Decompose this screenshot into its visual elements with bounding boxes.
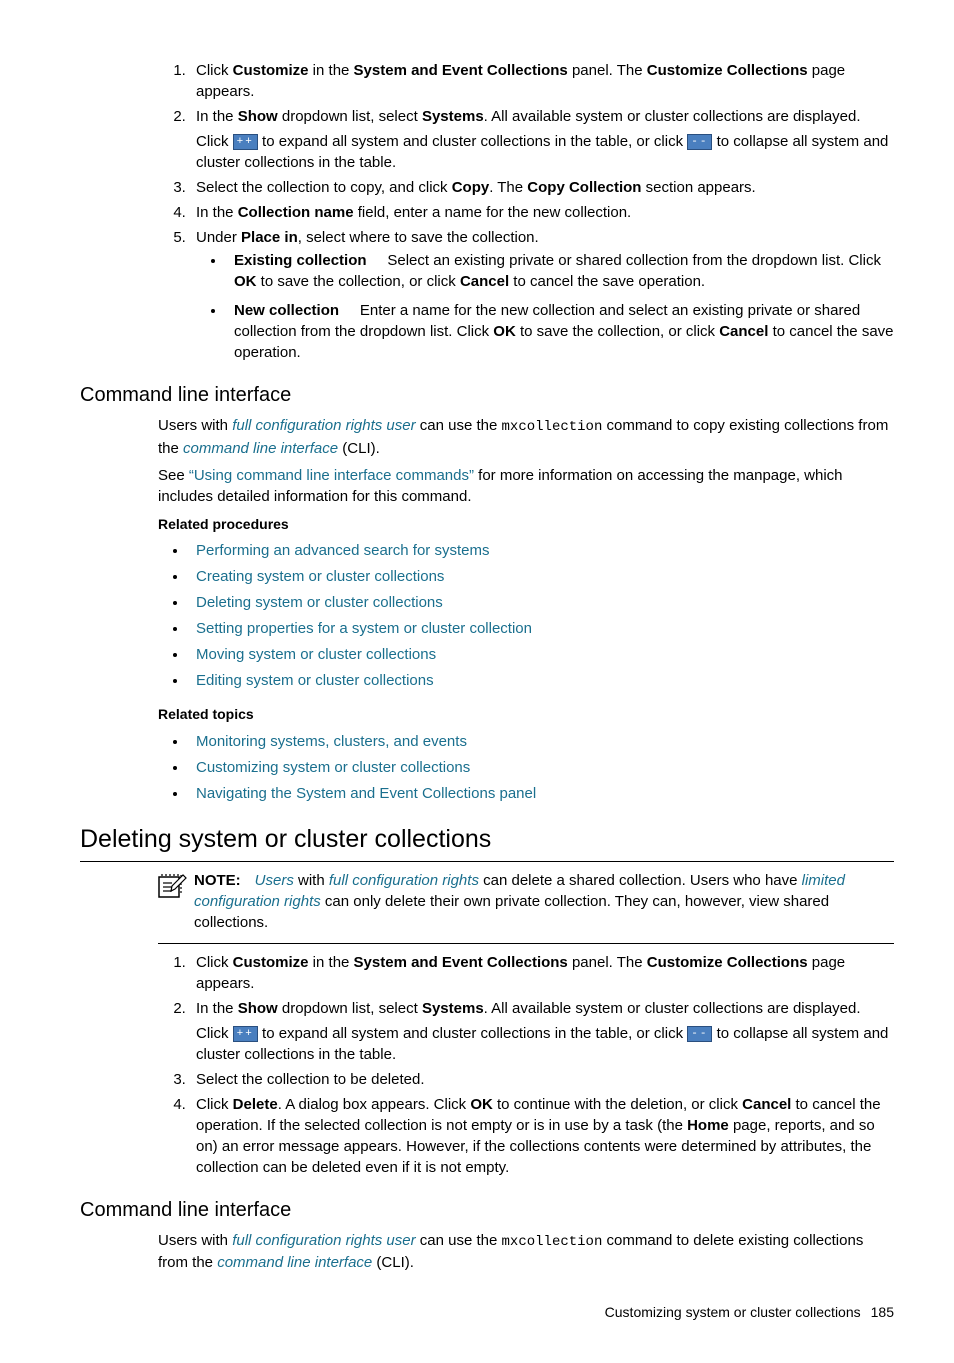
- link-rp2[interactable]: Creating system or cluster collections: [196, 568, 444, 585]
- list-item: Monitoring systems, clusters, and events: [188, 731, 894, 752]
- collapse-icon[interactable]: --: [687, 134, 712, 150]
- note-text: NOTE:Users with full configuration right…: [194, 870, 894, 933]
- step-5: Under Place in, select where to save the…: [190, 227, 894, 363]
- link-using-cli-commands[interactable]: “Using command line interface commands”: [189, 467, 474, 484]
- cli-heading-2: Command line interface: [80, 1196, 894, 1224]
- section-rule: [80, 861, 894, 862]
- dstep-3: Select the collection to be deleted.: [190, 1069, 894, 1090]
- expand-icon[interactable]: ++: [233, 134, 258, 150]
- note-icon: [158, 870, 194, 933]
- page-footer: Customizing system or cluster collection…: [80, 1303, 894, 1323]
- dstep-4: Click Delete. A dialog box appears. Clic…: [190, 1094, 894, 1178]
- note-rule: [158, 943, 894, 944]
- cli-heading-1: Command line interface: [80, 381, 894, 409]
- link-rp4[interactable]: Setting properties for a system or clust…: [196, 620, 532, 637]
- steps-section: Click Customize in the System and Event …: [158, 60, 894, 363]
- cli-para-1: Users with full configuration rights use…: [158, 415, 894, 459]
- step-1: Click Customize in the System and Event …: [190, 60, 894, 102]
- dstep-2-sub: Click ++ to expand all system and cluste…: [196, 1023, 894, 1065]
- link-users[interactable]: Users: [255, 872, 294, 889]
- link-rp1[interactable]: Performing an advanced search for system…: [196, 542, 489, 559]
- collapse-icon[interactable]: --: [687, 1026, 712, 1042]
- list-item: Deleting system or cluster collections: [188, 592, 894, 613]
- list-item: Setting properties for a system or clust…: [188, 618, 894, 639]
- link-rt1[interactable]: Monitoring systems, clusters, and events: [196, 733, 467, 750]
- link-full-config-rights-user-2[interactable]: full configuration rights user: [232, 1232, 415, 1249]
- link-full-config-rights[interactable]: full configuration rights: [329, 872, 479, 889]
- link-cli-2[interactable]: command line interface: [217, 1254, 372, 1271]
- link-full-config-rights-user[interactable]: full configuration rights user: [232, 417, 415, 434]
- list-item: Creating system or cluster collections: [188, 566, 894, 587]
- cli-block-1: Users with full configuration rights use…: [158, 415, 894, 804]
- cli-para-2: See “Using command line interface comman…: [158, 465, 894, 507]
- step-3: Select the collection to copy, and click…: [190, 177, 894, 198]
- deleting-block: NOTE:Users with full configuration right…: [158, 870, 894, 1178]
- cli2-para-1: Users with full configuration rights use…: [158, 1230, 894, 1274]
- list-item: Moving system or cluster collections: [188, 644, 894, 665]
- page-number: 185: [871, 1304, 894, 1320]
- step-2-sub: Click ++ to expand all system and cluste…: [196, 131, 894, 173]
- list-item: Performing an advanced search for system…: [188, 540, 894, 561]
- link-rp5[interactable]: Moving system or cluster collections: [196, 646, 436, 663]
- link-cli[interactable]: command line interface: [183, 440, 338, 457]
- list-item: Navigating the System and Event Collecti…: [188, 783, 894, 804]
- note-block: NOTE:Users with full configuration right…: [158, 870, 894, 933]
- bullet-existing: Existing collection Select an existing p…: [226, 250, 894, 292]
- footer-text: Customizing system or cluster collection…: [605, 1304, 861, 1320]
- link-rp3[interactable]: Deleting system or cluster collections: [196, 594, 443, 611]
- dstep-2: In the Show dropdown list, select System…: [190, 998, 894, 1065]
- expand-icon[interactable]: ++: [233, 1026, 258, 1042]
- related-procedures-heading: Related procedures: [158, 515, 894, 535]
- step-4: In the Collection name field, enter a na…: [190, 202, 894, 223]
- link-rp6[interactable]: Editing system or cluster collections: [196, 672, 434, 689]
- list-item: Customizing system or cluster collection…: [188, 757, 894, 778]
- bullet-new: New collection Enter a name for the new …: [226, 300, 894, 363]
- step-2: In the Show dropdown list, select System…: [190, 106, 894, 173]
- link-rt2[interactable]: Customizing system or cluster collection…: [196, 759, 470, 776]
- link-rt3[interactable]: Navigating the System and Event Collecti…: [196, 785, 536, 802]
- list-item: Editing system or cluster collections: [188, 670, 894, 691]
- related-topics-heading: Related topics: [158, 705, 894, 725]
- cli-block-2: Users with full configuration rights use…: [158, 1230, 894, 1274]
- section-heading-deleting: Deleting system or cluster collections: [80, 822, 894, 857]
- dstep-1: Click Customize in the System and Event …: [190, 952, 894, 994]
